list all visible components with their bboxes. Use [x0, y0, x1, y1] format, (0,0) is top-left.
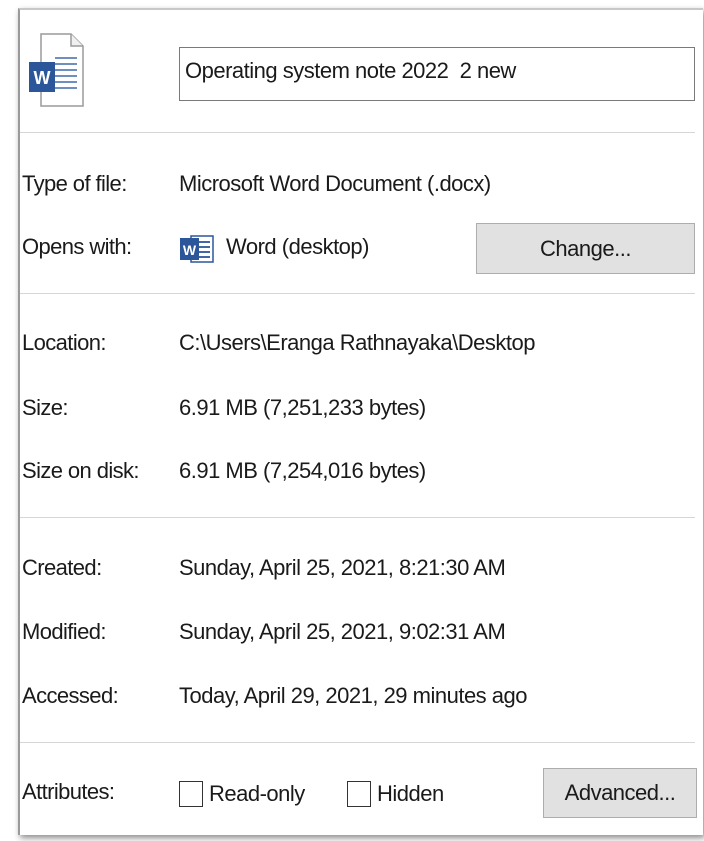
file-properties-panel: W Operating system note 2022 2 new Type … [18, 8, 703, 835]
attributes-label: Attributes: [22, 779, 115, 804]
change-button[interactable]: Change... [476, 223, 695, 274]
size-value: 6.91 MB (7,251,233 bytes) [179, 395, 426, 420]
location-label: Location: [22, 330, 106, 355]
size-on-disk-value: 6.91 MB (7,254,016 bytes) [179, 458, 426, 483]
size-label: Size: [22, 395, 69, 420]
read-only-label[interactable]: Read-only [209, 781, 305, 807]
created-label: Created: [22, 555, 102, 580]
read-only-checkbox[interactable] [179, 781, 203, 807]
type-of-file-label: Type of file: [22, 171, 127, 196]
svg-text:W: W [34, 68, 51, 88]
created-value: Sunday, April 25, 2021, 8:21:30 AM [179, 555, 506, 580]
location-value: C:\Users\Eranga Rathnayaka\Desktop [179, 330, 535, 355]
accessed-value: Today, April 29, 2021, 29 minutes ago [179, 683, 528, 708]
type-of-file-value: Microsoft Word Document (.docx) [179, 171, 491, 196]
hidden-checkbox[interactable] [347, 781, 371, 807]
modified-value: Sunday, April 25, 2021, 9:02:31 AM [179, 619, 506, 644]
divider [20, 742, 695, 743]
advanced-button[interactable]: Advanced... [543, 768, 697, 818]
divider [20, 293, 695, 294]
hidden-label[interactable]: Hidden [377, 781, 444, 807]
word-document-icon: W [27, 32, 85, 108]
file-name-input[interactable]: Operating system note 2022 2 new [179, 47, 695, 101]
divider [20, 517, 695, 518]
opens-with-app-name: Word (desktop) [226, 234, 369, 259]
modified-label: Modified: [22, 619, 106, 644]
opens-with-label: Opens with: [22, 234, 132, 259]
word-app-icon: W [179, 232, 215, 264]
size-on-disk-label: Size on disk: [22, 458, 140, 483]
svg-text:W: W [183, 242, 197, 258]
divider [20, 132, 695, 133]
accessed-label: Accessed: [22, 683, 119, 708]
